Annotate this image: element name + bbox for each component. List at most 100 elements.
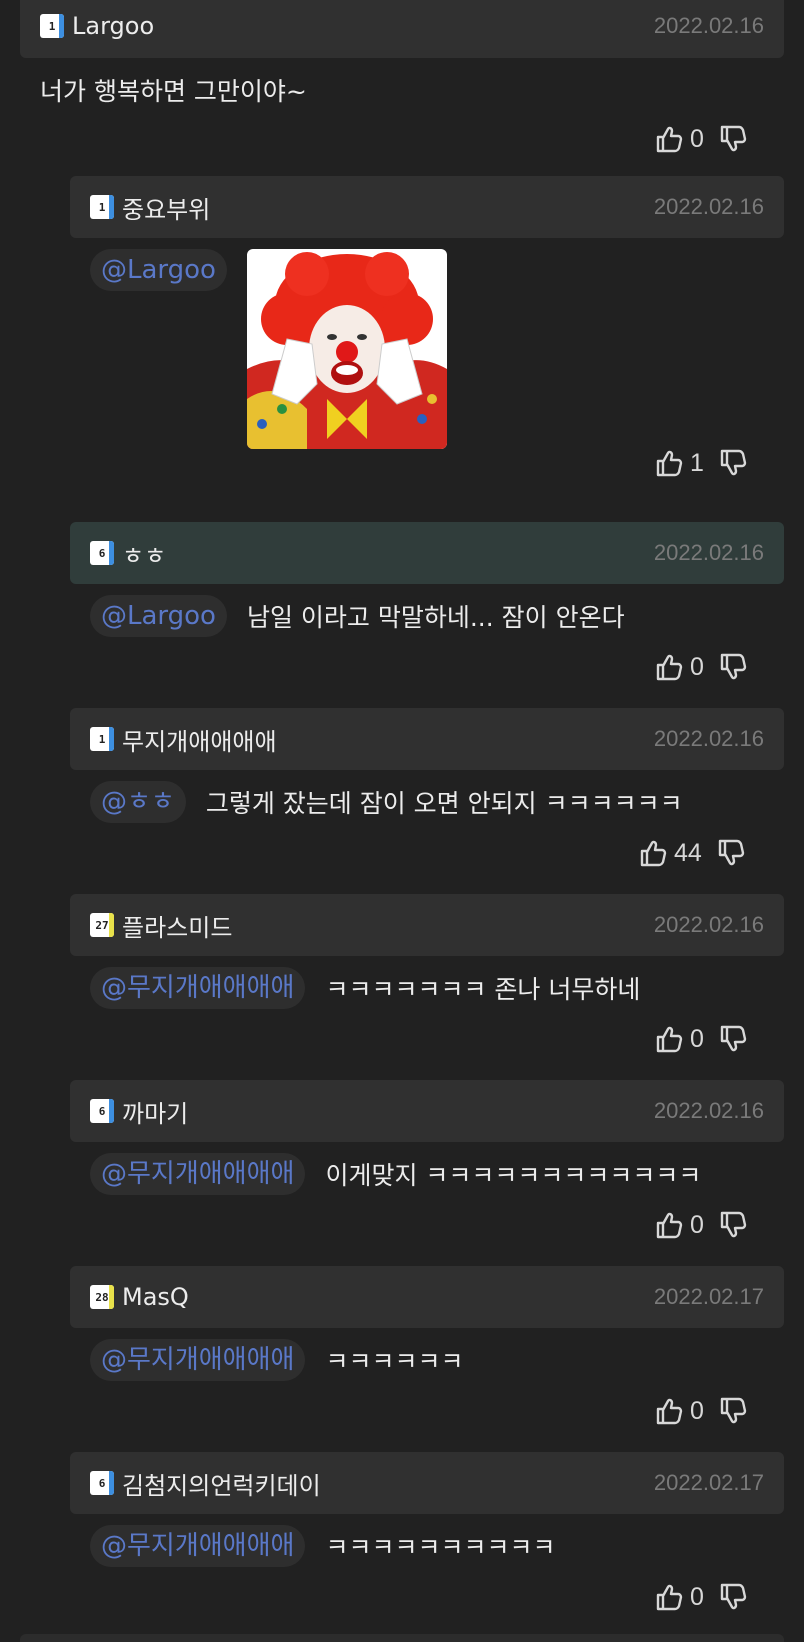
reply-date: 2022.02.17: [653, 1470, 764, 1495]
author-nickname[interactable]: 김첨지의언럭키데이: [122, 1466, 321, 1501]
reply-header: 27 플라스미드 2022.02.16: [70, 894, 784, 956]
level-badge-icon: 6: [90, 1471, 114, 1495]
level-number: 1: [98, 200, 106, 214]
reply-body: @ㅎㅎ 그렇게 잤는데 잠이 오면 안되지 ㅋㅋㅋㅋㅋㅋ: [90, 781, 683, 823]
reply-author[interactable]: 27 플라스미드: [90, 908, 232, 943]
reply-date: 2022.02.17: [653, 1284, 764, 1309]
like-count: 0: [690, 1024, 704, 1053]
reply-author[interactable]: 6 김첨지의언럭키데이: [90, 1466, 321, 1501]
level-badge-icon: 1: [90, 727, 114, 751]
reply-date: 2022.02.16: [653, 912, 764, 937]
like-count: 0: [690, 124, 704, 153]
reply-author[interactable]: 1 중요부위: [90, 190, 210, 225]
level-number: 6: [98, 1104, 106, 1118]
level-stripe: [109, 1099, 114, 1123]
thumbs-down-icon[interactable]: [718, 1024, 748, 1054]
reply-date: 2022.02.16: [653, 726, 764, 751]
author-nickname[interactable]: 중요부위: [122, 190, 210, 225]
thumbs-down-icon[interactable]: [718, 1210, 748, 1240]
reply-text: ㅋㅋㅋㅋㅋㅋㅋㅋㅋㅋ: [325, 1533, 556, 1562]
comment-header: 1 Largoo 2022.02.16: [20, 0, 784, 58]
reply-date: 2022.02.16: [653, 540, 764, 565]
thumbs-down-icon[interactable]: [716, 838, 746, 868]
level-number: 6: [98, 1476, 106, 1490]
thumbs-down-icon[interactable]: [718, 1396, 748, 1426]
level-badge-icon: 28: [90, 1285, 114, 1309]
comment-text: 너가 행복하면 그만이야~: [40, 77, 307, 106]
reply-header: 1 중요부위 2022.02.16: [70, 176, 784, 238]
vote-bar: 0: [654, 1024, 748, 1054]
author-nickname[interactable]: MasQ: [122, 1283, 189, 1311]
author-nickname[interactable]: 플라스미드: [122, 908, 232, 943]
like-count: 1: [690, 448, 704, 477]
mention-tag[interactable]: @ㅎㅎ: [90, 781, 186, 823]
level-stripe: [109, 1285, 114, 1309]
level-badge-icon: 27: [90, 913, 114, 937]
author-nickname[interactable]: 무지개애애애애: [122, 722, 277, 757]
like-count: 0: [690, 1582, 704, 1611]
author-nickname[interactable]: Largoo: [72, 12, 154, 40]
level-number: 6: [98, 546, 106, 560]
reply-date: 2022.02.16: [653, 1098, 764, 1123]
level-badge-icon: 6: [90, 541, 114, 565]
like-count: 0: [690, 1396, 704, 1425]
comment-author[interactable]: 1 Largoo: [40, 12, 154, 40]
reply-body: @무지개애애애애 이게맞지 ㅋㅋㅋㅋㅋㅋㅋㅋㅋㅋㅋㅋ: [90, 1153, 701, 1195]
vote-bar: 0: [654, 652, 748, 682]
level-number: 1: [48, 19, 56, 33]
thumbs-down-icon[interactable]: [718, 652, 748, 682]
reply-author[interactable]: 6 ㅎㅎ: [90, 536, 166, 571]
level-stripe: [109, 727, 114, 751]
thumbs-down-icon[interactable]: [718, 448, 748, 478]
thumbs-up-icon[interactable]: [654, 1210, 684, 1240]
like-count: 0: [690, 1210, 704, 1239]
like-count: 44: [674, 838, 702, 867]
reply-text: ㅋㅋㅋㅋㅋㅋ: [325, 1347, 464, 1376]
thumbs-up-icon[interactable]: [654, 1024, 684, 1054]
level-stripe: [109, 913, 114, 937]
reply-author[interactable]: 28 MasQ: [90, 1283, 189, 1311]
thumbs-up-icon[interactable]: [654, 448, 684, 478]
level-number: 28: [95, 1290, 109, 1304]
clown-image[interactable]: [246, 249, 447, 449]
mention-tag[interactable]: @무지개애애애애: [90, 967, 306, 1009]
like-count: 0: [690, 652, 704, 681]
reply-text: 그렇게 잤는데 잠이 오면 안되지 ㅋㅋㅋㅋㅋㅋ: [205, 789, 683, 818]
reply-body: @무지개애애애애 ㅋㅋㅋㅋㅋㅋㅋㅋㅋㅋ: [90, 1525, 555, 1567]
vote-bar: 1: [654, 448, 748, 478]
reply-header: 28 MasQ 2022.02.17: [70, 1266, 784, 1328]
comment-body: 너가 행복하면 그만이야~: [40, 72, 307, 108]
thumbs-up-icon[interactable]: [654, 124, 684, 154]
next-comment-header: [20, 1634, 784, 1642]
reply-text: 남일 이라고 막말하네... 잠이 안온다: [246, 603, 625, 632]
level-stripe: [109, 541, 114, 565]
thumbs-up-icon[interactable]: [654, 652, 684, 682]
mention-tag[interactable]: @무지개애애애애: [90, 1339, 306, 1381]
thumbs-up-icon[interactable]: [654, 1582, 684, 1612]
level-badge-icon: 6: [90, 1099, 114, 1123]
mention-tag[interactable]: @무지개애애애애: [90, 1153, 306, 1195]
reply-text: 이게맞지 ㅋㅋㅋㅋㅋㅋㅋㅋㅋㅋㅋㅋ: [325, 1161, 702, 1190]
reply-header: 6 까마기 2022.02.16: [70, 1080, 784, 1142]
reply-body: @Largoo: [90, 249, 447, 449]
level-badge-icon: 1: [90, 195, 114, 219]
thumbs-down-icon[interactable]: [718, 1582, 748, 1612]
level-number: 27: [95, 918, 109, 932]
reply-author[interactable]: 6 까마기: [90, 1094, 188, 1129]
mention-tag[interactable]: @Largoo: [90, 595, 227, 637]
thumbs-up-icon[interactable]: [638, 838, 668, 868]
reply-header: 6 김첨지의언럭키데이 2022.02.17: [70, 1452, 784, 1514]
author-nickname[interactable]: ㅎㅎ: [122, 536, 166, 571]
mention-tag[interactable]: @Largoo: [90, 249, 227, 291]
level-stripe: [109, 195, 114, 219]
reply-body: @무지개애애애애 ㅋㅋㅋㅋㅋㅋ: [90, 1339, 463, 1381]
vote-bar: 44: [638, 838, 746, 868]
comment-date: 2022.02.16: [653, 13, 764, 38]
thumbs-up-icon[interactable]: [654, 1396, 684, 1426]
reply-date: 2022.02.16: [653, 194, 764, 219]
mention-tag[interactable]: @무지개애애애애: [90, 1525, 306, 1567]
reply-author[interactable]: 1 무지개애애애애: [90, 722, 277, 757]
vote-bar: 0: [654, 124, 748, 154]
author-nickname[interactable]: 까마기: [122, 1094, 188, 1129]
thumbs-down-icon[interactable]: [718, 124, 748, 154]
